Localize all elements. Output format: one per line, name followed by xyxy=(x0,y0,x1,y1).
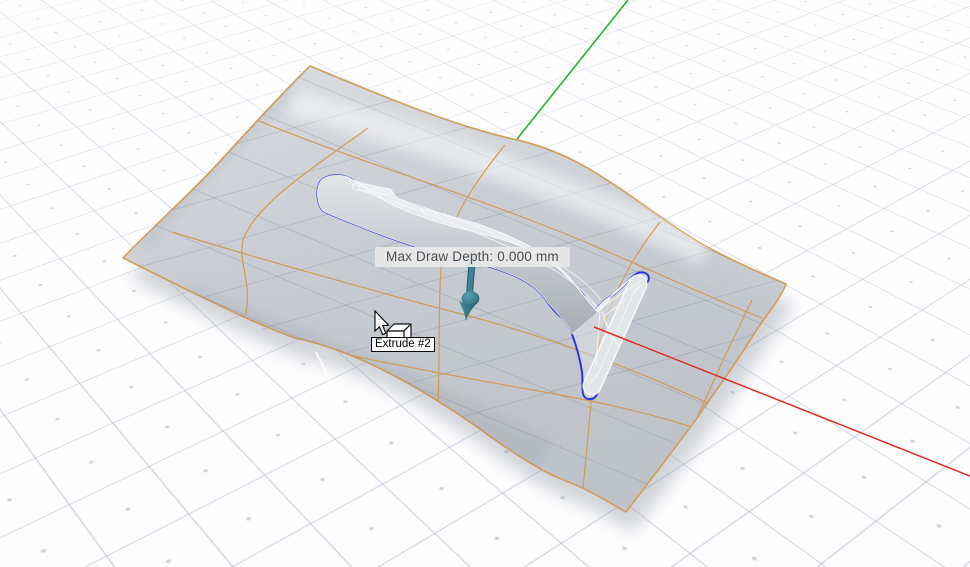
scene-drawing xyxy=(0,0,970,567)
object-label: Extrude #2 xyxy=(371,337,435,352)
viewport-canvas[interactable]: Max Draw Depth: 0.000 mm Extrude #2 xyxy=(0,0,970,567)
tooltip-text: Max Draw Depth: 0.000 mm xyxy=(386,249,559,264)
max-draw-depth-tooltip: Max Draw Depth: 0.000 mm xyxy=(375,247,570,267)
object-label-text: Extrude #2 xyxy=(375,338,431,350)
y-axis-line xyxy=(517,0,628,139)
